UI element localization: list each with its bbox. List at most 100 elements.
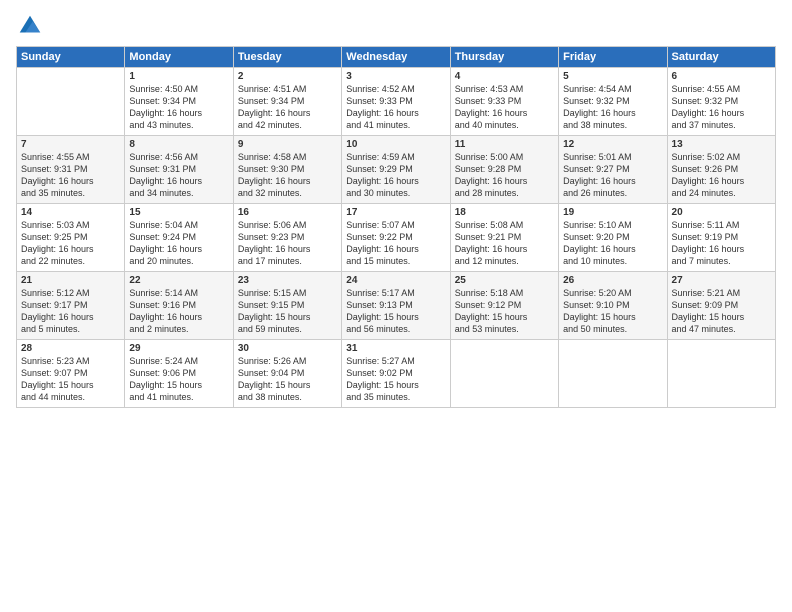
calendar-cell: 23Sunrise: 5:15 AM Sunset: 9:15 PM Dayli… (233, 272, 341, 340)
day-number: 29 (129, 343, 228, 354)
day-number: 11 (455, 139, 554, 150)
week-row-3: 21Sunrise: 5:12 AM Sunset: 9:17 PM Dayli… (17, 272, 776, 340)
header-day-thursday: Thursday (450, 47, 558, 68)
calendar-cell: 11Sunrise: 5:00 AM Sunset: 9:28 PM Dayli… (450, 136, 558, 204)
day-number: 5 (563, 71, 662, 82)
cell-content: Sunrise: 5:06 AM Sunset: 9:23 PM Dayligh… (238, 219, 337, 268)
day-number: 17 (346, 207, 445, 218)
cell-content: Sunrise: 5:08 AM Sunset: 9:21 PM Dayligh… (455, 219, 554, 268)
day-number: 23 (238, 275, 337, 286)
cell-content: Sunrise: 5:27 AM Sunset: 9:02 PM Dayligh… (346, 355, 445, 404)
calendar-cell (559, 340, 667, 408)
day-number: 27 (672, 275, 771, 286)
calendar-cell: 21Sunrise: 5:12 AM Sunset: 9:17 PM Dayli… (17, 272, 125, 340)
cell-content: Sunrise: 5:18 AM Sunset: 9:12 PM Dayligh… (455, 287, 554, 336)
day-number: 9 (238, 139, 337, 150)
cell-content: Sunrise: 5:01 AM Sunset: 9:27 PM Dayligh… (563, 151, 662, 200)
calendar-cell: 24Sunrise: 5:17 AM Sunset: 9:13 PM Dayli… (342, 272, 450, 340)
day-number: 15 (129, 207, 228, 218)
calendar-cell: 13Sunrise: 5:02 AM Sunset: 9:26 PM Dayli… (667, 136, 775, 204)
cell-content: Sunrise: 5:26 AM Sunset: 9:04 PM Dayligh… (238, 355, 337, 404)
day-number: 30 (238, 343, 337, 354)
header-day-wednesday: Wednesday (342, 47, 450, 68)
calendar-cell (667, 340, 775, 408)
week-row-2: 14Sunrise: 5:03 AM Sunset: 9:25 PM Dayli… (17, 204, 776, 272)
calendar-cell: 12Sunrise: 5:01 AM Sunset: 9:27 PM Dayli… (559, 136, 667, 204)
cell-content: Sunrise: 5:07 AM Sunset: 9:22 PM Dayligh… (346, 219, 445, 268)
cell-content: Sunrise: 4:51 AM Sunset: 9:34 PM Dayligh… (238, 83, 337, 132)
calendar-cell: 27Sunrise: 5:21 AM Sunset: 9:09 PM Dayli… (667, 272, 775, 340)
day-number: 2 (238, 71, 337, 82)
day-number: 13 (672, 139, 771, 150)
calendar-cell: 20Sunrise: 5:11 AM Sunset: 9:19 PM Dayli… (667, 204, 775, 272)
calendar-cell: 31Sunrise: 5:27 AM Sunset: 9:02 PM Dayli… (342, 340, 450, 408)
calendar-cell: 4Sunrise: 4:53 AM Sunset: 9:33 PM Daylig… (450, 68, 558, 136)
logo-icon (16, 12, 44, 40)
calendar-cell: 9Sunrise: 4:58 AM Sunset: 9:30 PM Daylig… (233, 136, 341, 204)
calendar-cell: 1Sunrise: 4:50 AM Sunset: 9:34 PM Daylig… (125, 68, 233, 136)
calendar-cell: 10Sunrise: 4:59 AM Sunset: 9:29 PM Dayli… (342, 136, 450, 204)
cell-content: Sunrise: 5:00 AM Sunset: 9:28 PM Dayligh… (455, 151, 554, 200)
cell-content: Sunrise: 4:58 AM Sunset: 9:30 PM Dayligh… (238, 151, 337, 200)
cell-content: Sunrise: 4:53 AM Sunset: 9:33 PM Dayligh… (455, 83, 554, 132)
header-day-sunday: Sunday (17, 47, 125, 68)
day-number: 1 (129, 71, 228, 82)
cell-content: Sunrise: 5:24 AM Sunset: 9:06 PM Dayligh… (129, 355, 228, 404)
day-number: 25 (455, 275, 554, 286)
day-number: 7 (21, 139, 120, 150)
day-number: 8 (129, 139, 228, 150)
cell-content: Sunrise: 5:10 AM Sunset: 9:20 PM Dayligh… (563, 219, 662, 268)
week-row-1: 7Sunrise: 4:55 AM Sunset: 9:31 PM Daylig… (17, 136, 776, 204)
day-number: 4 (455, 71, 554, 82)
cell-content: Sunrise: 4:50 AM Sunset: 9:34 PM Dayligh… (129, 83, 228, 132)
header (16, 12, 776, 40)
calendar-cell: 14Sunrise: 5:03 AM Sunset: 9:25 PM Dayli… (17, 204, 125, 272)
calendar-cell: 22Sunrise: 5:14 AM Sunset: 9:16 PM Dayli… (125, 272, 233, 340)
calendar-cell: 16Sunrise: 5:06 AM Sunset: 9:23 PM Dayli… (233, 204, 341, 272)
calendar-cell: 17Sunrise: 5:07 AM Sunset: 9:22 PM Dayli… (342, 204, 450, 272)
calendar-cell: 26Sunrise: 5:20 AM Sunset: 9:10 PM Dayli… (559, 272, 667, 340)
day-number: 28 (21, 343, 120, 354)
cell-content: Sunrise: 4:59 AM Sunset: 9:29 PM Dayligh… (346, 151, 445, 200)
calendar-cell: 2Sunrise: 4:51 AM Sunset: 9:34 PM Daylig… (233, 68, 341, 136)
logo (16, 12, 48, 40)
cell-content: Sunrise: 5:12 AM Sunset: 9:17 PM Dayligh… (21, 287, 120, 336)
day-number: 16 (238, 207, 337, 218)
header-day-friday: Friday (559, 47, 667, 68)
day-number: 26 (563, 275, 662, 286)
cell-content: Sunrise: 4:56 AM Sunset: 9:31 PM Dayligh… (129, 151, 228, 200)
header-row: SundayMondayTuesdayWednesdayThursdayFrid… (17, 47, 776, 68)
header-day-tuesday: Tuesday (233, 47, 341, 68)
day-number: 12 (563, 139, 662, 150)
cell-content: Sunrise: 5:20 AM Sunset: 9:10 PM Dayligh… (563, 287, 662, 336)
cell-content: Sunrise: 5:15 AM Sunset: 9:15 PM Dayligh… (238, 287, 337, 336)
calendar-cell: 8Sunrise: 4:56 AM Sunset: 9:31 PM Daylig… (125, 136, 233, 204)
calendar-cell: 6Sunrise: 4:55 AM Sunset: 9:32 PM Daylig… (667, 68, 775, 136)
calendar-cell: 29Sunrise: 5:24 AM Sunset: 9:06 PM Dayli… (125, 340, 233, 408)
day-number: 18 (455, 207, 554, 218)
cell-content: Sunrise: 4:52 AM Sunset: 9:33 PM Dayligh… (346, 83, 445, 132)
cell-content: Sunrise: 5:14 AM Sunset: 9:16 PM Dayligh… (129, 287, 228, 336)
calendar-cell (450, 340, 558, 408)
calendar-cell: 30Sunrise: 5:26 AM Sunset: 9:04 PM Dayli… (233, 340, 341, 408)
cell-content: Sunrise: 5:21 AM Sunset: 9:09 PM Dayligh… (672, 287, 771, 336)
calendar-cell: 18Sunrise: 5:08 AM Sunset: 9:21 PM Dayli… (450, 204, 558, 272)
cell-content: Sunrise: 5:23 AM Sunset: 9:07 PM Dayligh… (21, 355, 120, 404)
cell-content: Sunrise: 5:02 AM Sunset: 9:26 PM Dayligh… (672, 151, 771, 200)
cell-content: Sunrise: 5:04 AM Sunset: 9:24 PM Dayligh… (129, 219, 228, 268)
day-number: 6 (672, 71, 771, 82)
header-day-saturday: Saturday (667, 47, 775, 68)
day-number: 19 (563, 207, 662, 218)
calendar-cell: 15Sunrise: 5:04 AM Sunset: 9:24 PM Dayli… (125, 204, 233, 272)
calendar-cell: 28Sunrise: 5:23 AM Sunset: 9:07 PM Dayli… (17, 340, 125, 408)
header-day-monday: Monday (125, 47, 233, 68)
day-number: 20 (672, 207, 771, 218)
cell-content: Sunrise: 4:54 AM Sunset: 9:32 PM Dayligh… (563, 83, 662, 132)
week-row-4: 28Sunrise: 5:23 AM Sunset: 9:07 PM Dayli… (17, 340, 776, 408)
cell-content: Sunrise: 5:17 AM Sunset: 9:13 PM Dayligh… (346, 287, 445, 336)
cell-content: Sunrise: 5:03 AM Sunset: 9:25 PM Dayligh… (21, 219, 120, 268)
day-number: 14 (21, 207, 120, 218)
calendar-cell: 3Sunrise: 4:52 AM Sunset: 9:33 PM Daylig… (342, 68, 450, 136)
week-row-0: 1Sunrise: 4:50 AM Sunset: 9:34 PM Daylig… (17, 68, 776, 136)
cell-content: Sunrise: 5:11 AM Sunset: 9:19 PM Dayligh… (672, 219, 771, 268)
